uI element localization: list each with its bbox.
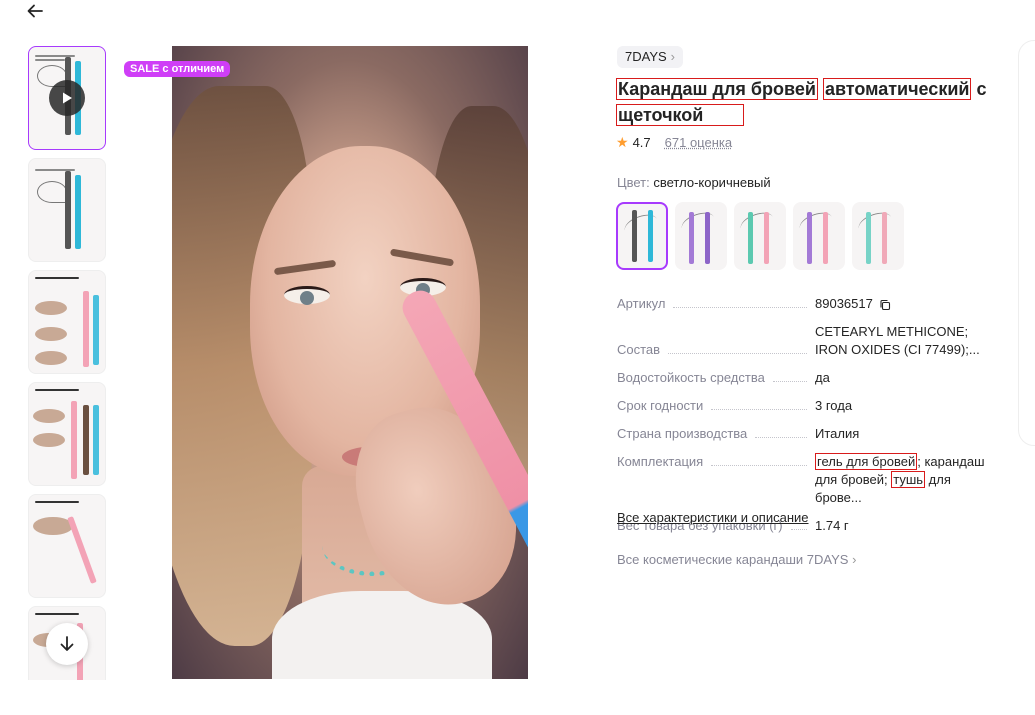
thumbnail-video[interactable]: [28, 46, 106, 150]
spec-value: гель для бровей; карандаш для бровей; ту…: [815, 453, 987, 507]
spec-name: Состав: [617, 342, 661, 357]
thumbnail-image[interactable]: [28, 494, 106, 598]
title-part: щеточкой: [616, 104, 745, 126]
play-icon[interactable]: [49, 80, 85, 116]
spec-row: Страна производства Италия: [617, 425, 987, 443]
color-swatch[interactable]: [852, 202, 904, 270]
thumbnail-image[interactable]: [28, 270, 106, 374]
chevron-right-icon: ›: [670, 49, 676, 64]
rating-value: 4.7: [632, 135, 651, 150]
arrow-left-icon: [27, 4, 43, 18]
color-swatch[interactable]: [734, 202, 786, 270]
color-swatch[interactable]: [675, 202, 727, 270]
product-title: Карандаш для бровей автоматический с щето…: [616, 76, 1011, 128]
all-category-link[interactable]: Все косметические карандаши 7DAYS ›: [617, 552, 856, 567]
spec-name: Комплектация: [617, 454, 704, 469]
spec-value: CETEARYL METHICONE; IRON OXIDES (CI 7749…: [815, 324, 980, 357]
spec-row: Артикул 89036517: [617, 295, 987, 313]
sale-badge: SALE с отличием: [124, 61, 231, 77]
spec-row: Комплектация гель для бровей; карандаш д…: [617, 453, 987, 507]
back-button[interactable]: [26, 2, 48, 22]
spec-value: 3 года: [815, 398, 853, 413]
title-part: автоматический: [822, 78, 972, 100]
spec-name: Водостойкость средства: [617, 370, 765, 385]
title-part: Карандаш для бровей: [616, 78, 818, 100]
spec-value: 1.74 г: [815, 518, 849, 533]
all-specs-link[interactable]: Все характеристики и описание: [617, 510, 809, 525]
spec-name: Артикул: [617, 296, 666, 311]
spec-row: Срок годности 3 года: [617, 397, 987, 415]
spec-value-part: тушь: [891, 471, 926, 488]
spec-value: Италия: [815, 426, 860, 441]
color-swatch[interactable]: [616, 202, 668, 270]
spec-value-part: гель для бровей: [815, 453, 918, 470]
star-icon: ★: [616, 134, 629, 150]
color-label: Цвет: светло-коричневый: [617, 175, 771, 190]
thumbnail-image[interactable]: [28, 158, 106, 262]
arrow-down-icon: [60, 636, 74, 651]
chevron-right-icon: ›: [852, 552, 857, 567]
spec-value: 89036517: [815, 296, 873, 311]
spec-name: Срок годности: [617, 398, 704, 413]
brand-link[interactable]: 7DAYS ›: [617, 46, 684, 68]
color-label-text: Цвет:: [617, 175, 650, 190]
color-swatches: [616, 202, 904, 270]
spec-name: Страна производства: [617, 426, 748, 441]
brand-name: 7DAYS: [625, 49, 667, 64]
main-product-video[interactable]: [172, 46, 528, 679]
specs-table: Артикул 89036517 Состав CETEARYL METHICO…: [617, 295, 987, 545]
reviews-link[interactable]: 671 оценка: [665, 135, 732, 150]
title-part: с: [976, 79, 987, 99]
spec-row: Водостойкость средства да: [617, 369, 987, 387]
color-swatch[interactable]: [793, 202, 845, 270]
color-value: светло-коричневый: [653, 175, 771, 190]
scroll-down-button[interactable]: [46, 623, 88, 665]
thumbnail-image[interactable]: [28, 382, 106, 486]
spec-value: да: [815, 370, 830, 385]
spec-row: Состав CETEARYL METHICONE; IRON OXIDES (…: [617, 323, 987, 359]
rating-block: ★ 4.7 671 оценка: [616, 134, 732, 151]
copy-icon[interactable]: [879, 299, 891, 311]
purchase-card: [1018, 40, 1035, 446]
all-category-label: Все косметические карандаши 7DAYS: [617, 552, 849, 567]
thumbnail-list: [28, 46, 108, 680]
